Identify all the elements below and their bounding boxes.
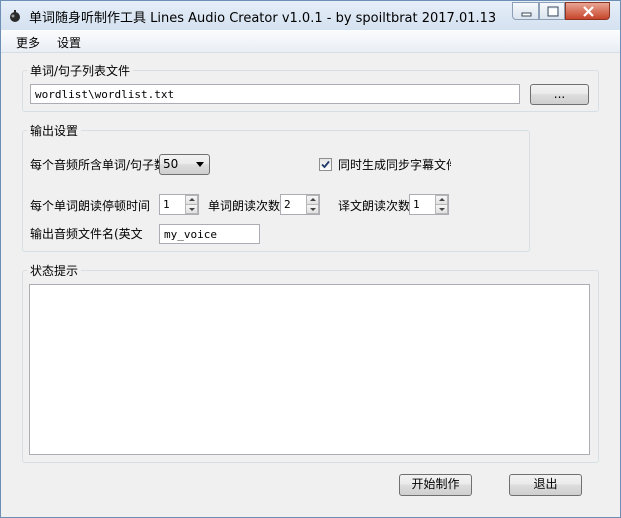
maximize-icon: [547, 6, 559, 17]
status-group-title: 状态提示: [27, 262, 82, 279]
pause-time-stepper[interactable]: 1: [159, 194, 199, 215]
window-title: 单词随身听制作工具 Lines Audio Creator v1.0.1 - b…: [29, 11, 497, 26]
translation-repeat-value: 1: [413, 198, 420, 211]
output-filename-label: 输出音频文件名(英文: [30, 227, 143, 241]
close-button[interactable]: [565, 2, 610, 20]
menu-bar: 更多 设置: [1, 30, 620, 53]
checkmark-icon: [321, 160, 330, 169]
menu-settings[interactable]: 设置: [57, 34, 81, 51]
output-settings-title: 输出设置: [27, 122, 82, 139]
app-window: 单词随身听制作工具 Lines Audio Creator v1.0.1 - b…: [0, 0, 621, 518]
browse-button[interactable]: ...: [530, 84, 589, 105]
minimize-button[interactable]: [512, 2, 539, 20]
close-icon: [583, 6, 594, 17]
menu-more[interactable]: 更多: [16, 34, 40, 51]
wordlist-group-title: 单词/句子列表文件: [27, 62, 134, 79]
word-repeat-stepper[interactable]: 2: [280, 194, 320, 215]
maximize-button[interactable]: [539, 2, 565, 20]
pause-time-label: 每个单词朗读停顿时间（s: [30, 199, 158, 213]
translation-repeat-label: 译文朗读次数: [338, 199, 410, 213]
translation-repeat-stepper[interactable]: 1: [409, 194, 449, 215]
status-textarea[interactable]: [29, 284, 590, 455]
word-repeat-label: 单词朗读次数: [208, 199, 280, 213]
wordlist-path-field[interactable]: wordlist\wordlist.txt: [30, 84, 520, 104]
app-icon: [7, 8, 23, 24]
chevron-down-icon: [196, 162, 204, 167]
exit-button[interactable]: 退出: [509, 474, 582, 496]
title-bar[interactable]: 单词随身听制作工具 Lines Audio Creator v1.0.1 - b…: [1, 1, 620, 31]
start-button[interactable]: 开始制作: [399, 474, 472, 496]
subtitle-checkbox-label[interactable]: 同时生成同步字幕文件: [338, 156, 451, 173]
output-filename-field[interactable]: my_voice: [159, 224, 260, 244]
spin-down-icon[interactable]: [185, 204, 198, 214]
spin-down-icon[interactable]: [435, 204, 448, 214]
pause-time-value: 1: [163, 198, 170, 211]
words-per-file-select[interactable]: 50: [159, 154, 210, 175]
words-per-file-label: 每个音频所含单词/句子数: [30, 158, 167, 172]
word-repeat-value: 2: [284, 198, 291, 211]
subtitle-checkbox[interactable]: [319, 158, 332, 171]
minimize-icon: [521, 12, 532, 17]
spin-down-icon[interactable]: [306, 204, 319, 214]
words-per-file-value: 50: [163, 157, 179, 171]
